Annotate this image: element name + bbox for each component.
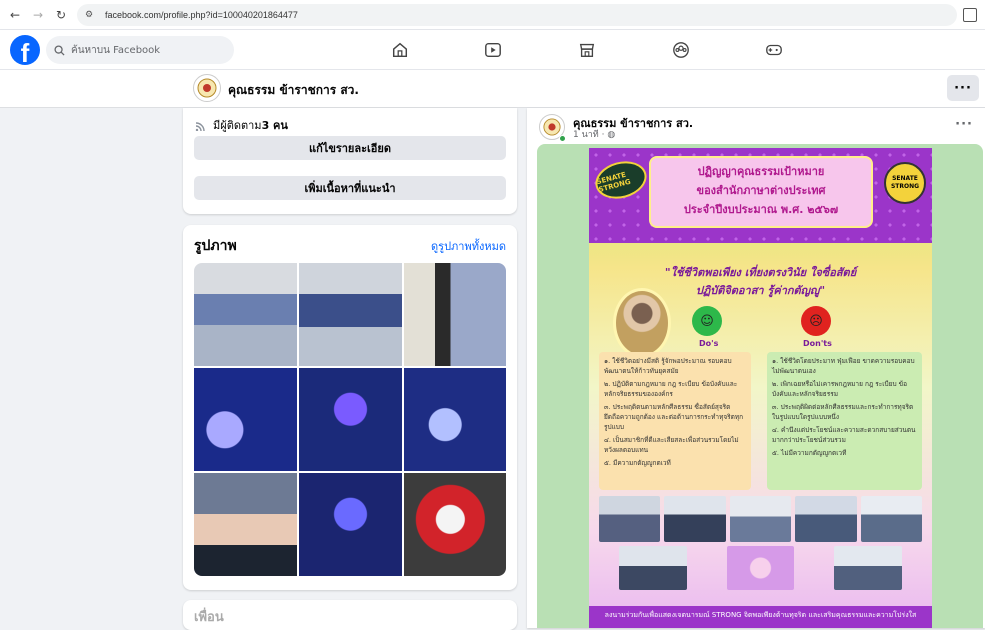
- back-icon[interactable]: ←: [7, 7, 23, 23]
- followers-count[interactable]: 3 คน: [262, 116, 288, 134]
- dos-label: Do's: [699, 339, 719, 348]
- poster-title: ปฏิญญาคุณธรรมเป้าหมาย ของสำนักภาษาต่างปร…: [649, 156, 873, 228]
- intro-card: มีผู้ติดตาม 3 คน แก้ไขรายละเอียด เพิ่มเน…: [183, 108, 517, 214]
- profile-more-button[interactable]: ···: [947, 75, 979, 101]
- poster-footer: ลงนามร่วมกันเพื่อแสดงเจตนารมณ์ STRONG จิ…: [589, 606, 932, 628]
- reload-icon[interactable]: ↻: [53, 7, 69, 23]
- facebook-logo[interactable]: f: [10, 35, 40, 65]
- happy-face-icon: ☺: [692, 306, 722, 336]
- post-card: คุณธรรม ข้าราชการ สว. 1 นาที · ◍ ··· SEN…: [527, 108, 985, 628]
- profile-name[interactable]: คุณธรรม ข้าราชการ สว.: [228, 81, 359, 100]
- friends-card: เพื่อน: [183, 600, 517, 630]
- poster-list-item: ๕. ไม่มีความกตัญญูกตเวที: [772, 449, 847, 457]
- photo-thumbnail[interactable]: [299, 263, 402, 366]
- globe-icon: ◍: [607, 130, 616, 140]
- poster-list-item: ๒. เพิกเฉยหรือไม่เคารพกฎหมาย กฎ ระเบียบ …: [772, 380, 907, 398]
- sad-face-icon: ☹: [801, 306, 831, 336]
- address-bar[interactable]: ⚙ facebook.com/profile.php?id=1000402018…: [77, 3, 957, 26]
- emblem-icon: [197, 78, 217, 98]
- poster-list-item: ๓. ประพฤติตนตามหลักศีลธรรม ซื่อสัตย์สุจร…: [604, 403, 744, 431]
- post-timestamp[interactable]: 1 นาที · ◍: [573, 127, 615, 141]
- poster-list-item: ๕. มีความกตัญญูกตเวที: [604, 459, 671, 467]
- photos-title[interactable]: รูปภาพ: [194, 235, 237, 257]
- facebook-header: f ค้นหาบน Facebook: [0, 30, 985, 70]
- rss-icon: [195, 122, 205, 131]
- photos-card: รูปภาพ ดูรูปภาพทั้งหมด: [183, 225, 517, 590]
- photo-thumbnail[interactable]: [404, 263, 506, 366]
- donts-label: Don'ts: [803, 339, 832, 348]
- cast-icon[interactable]: [963, 8, 977, 22]
- home-icon[interactable]: [388, 38, 412, 62]
- poster-photo-strip-2: [619, 546, 903, 590]
- poster-photo-strip: [599, 496, 923, 542]
- followers-info: มีผู้ติดตาม 3 คน: [195, 116, 288, 134]
- video-icon[interactable]: [481, 38, 505, 62]
- emblem-icon: [543, 118, 561, 136]
- browser-toolbar: ← → ↻ ⚙ facebook.com/profile.php?id=1000…: [0, 0, 985, 30]
- post-options-button[interactable]: ···: [955, 117, 973, 132]
- dos-list: ๑. ใช้ชีวิตอย่างมีสติ รู้จักพอประมาณ รอบ…: [599, 352, 751, 490]
- friends-title[interactable]: เพื่อน: [194, 606, 224, 627]
- photo-thumbnail[interactable]: [404, 368, 506, 471]
- senate-strong-logo-right: SENATE STRONG: [884, 162, 926, 204]
- poster-list-item: ๑. ใช้ชีวิตอย่างมีสติ รู้จักพอประมาณ รอบ…: [604, 357, 732, 375]
- photo-thumbnail[interactable]: [194, 473, 297, 576]
- post-image[interactable]: SENATE STRONG ปฏิญญาคุณธรรมเป้าหมาย ของส…: [537, 144, 983, 628]
- photo-thumbnail[interactable]: [299, 473, 402, 576]
- profile-avatar[interactable]: [193, 74, 221, 102]
- photo-thumbnail[interactable]: [404, 473, 506, 576]
- photos-grid: [194, 263, 506, 576]
- photo-thumbnail[interactable]: [299, 368, 402, 471]
- photo-thumbnail[interactable]: [194, 368, 297, 471]
- gaming-icon[interactable]: [762, 38, 786, 62]
- site-info-icon[interactable]: ⚙: [85, 9, 99, 21]
- online-status-dot: [559, 135, 566, 142]
- poster-list-item: ๒. ปฏิบัติตามกฎหมาย กฎ ระเบียบ ข้อบังคับ…: [604, 380, 738, 398]
- poster-list-item: ๔. คำนึงแต่ประโยชน์และความสะดวกสบายส่วนต…: [772, 426, 916, 444]
- edit-details-button[interactable]: แก้ไขรายละเอียด: [194, 136, 506, 160]
- groups-icon[interactable]: [669, 38, 693, 62]
- photo-thumbnail[interactable]: [194, 263, 297, 366]
- url-text: facebook.com/profile.php?id=100040201864…: [105, 9, 298, 20]
- poster-person-photo: [613, 288, 671, 358]
- forward-icon[interactable]: →: [30, 7, 46, 23]
- search-input[interactable]: ค้นหาบน Facebook: [46, 36, 234, 64]
- poster-list-item: ๓. ประพฤติผิดต่อหลักศีลธรรมและกระทำการทุ…: [772, 403, 914, 421]
- poster-list-item: ๔. เป็นสมาชิกที่ดีและเสียสละเพื่อส่วนรวม…: [604, 436, 739, 454]
- profile-sticky-bar: คุณธรรม ข้าราชการ สว. ···: [0, 70, 985, 108]
- donts-list: ๑. ใช้ชีวิตโดยประมาท ฟุ่มเฟือย ขาดความรอ…: [767, 352, 922, 490]
- poster-list-item: ๑. ใช้ชีวิตโดยประมาท ฟุ่มเฟือย ขาดความรอ…: [772, 357, 915, 375]
- see-all-photos-link[interactable]: ดูรูปภาพทั้งหมด: [431, 237, 506, 255]
- poster: SENATE STRONG ปฏิญญาคุณธรรมเป้าหมาย ของส…: [589, 148, 932, 628]
- marketplace-icon[interactable]: [575, 38, 599, 62]
- search-icon: [54, 44, 65, 56]
- add-featured-button[interactable]: เพิ่มเนื้อหาที่แนะนำ: [194, 176, 506, 200]
